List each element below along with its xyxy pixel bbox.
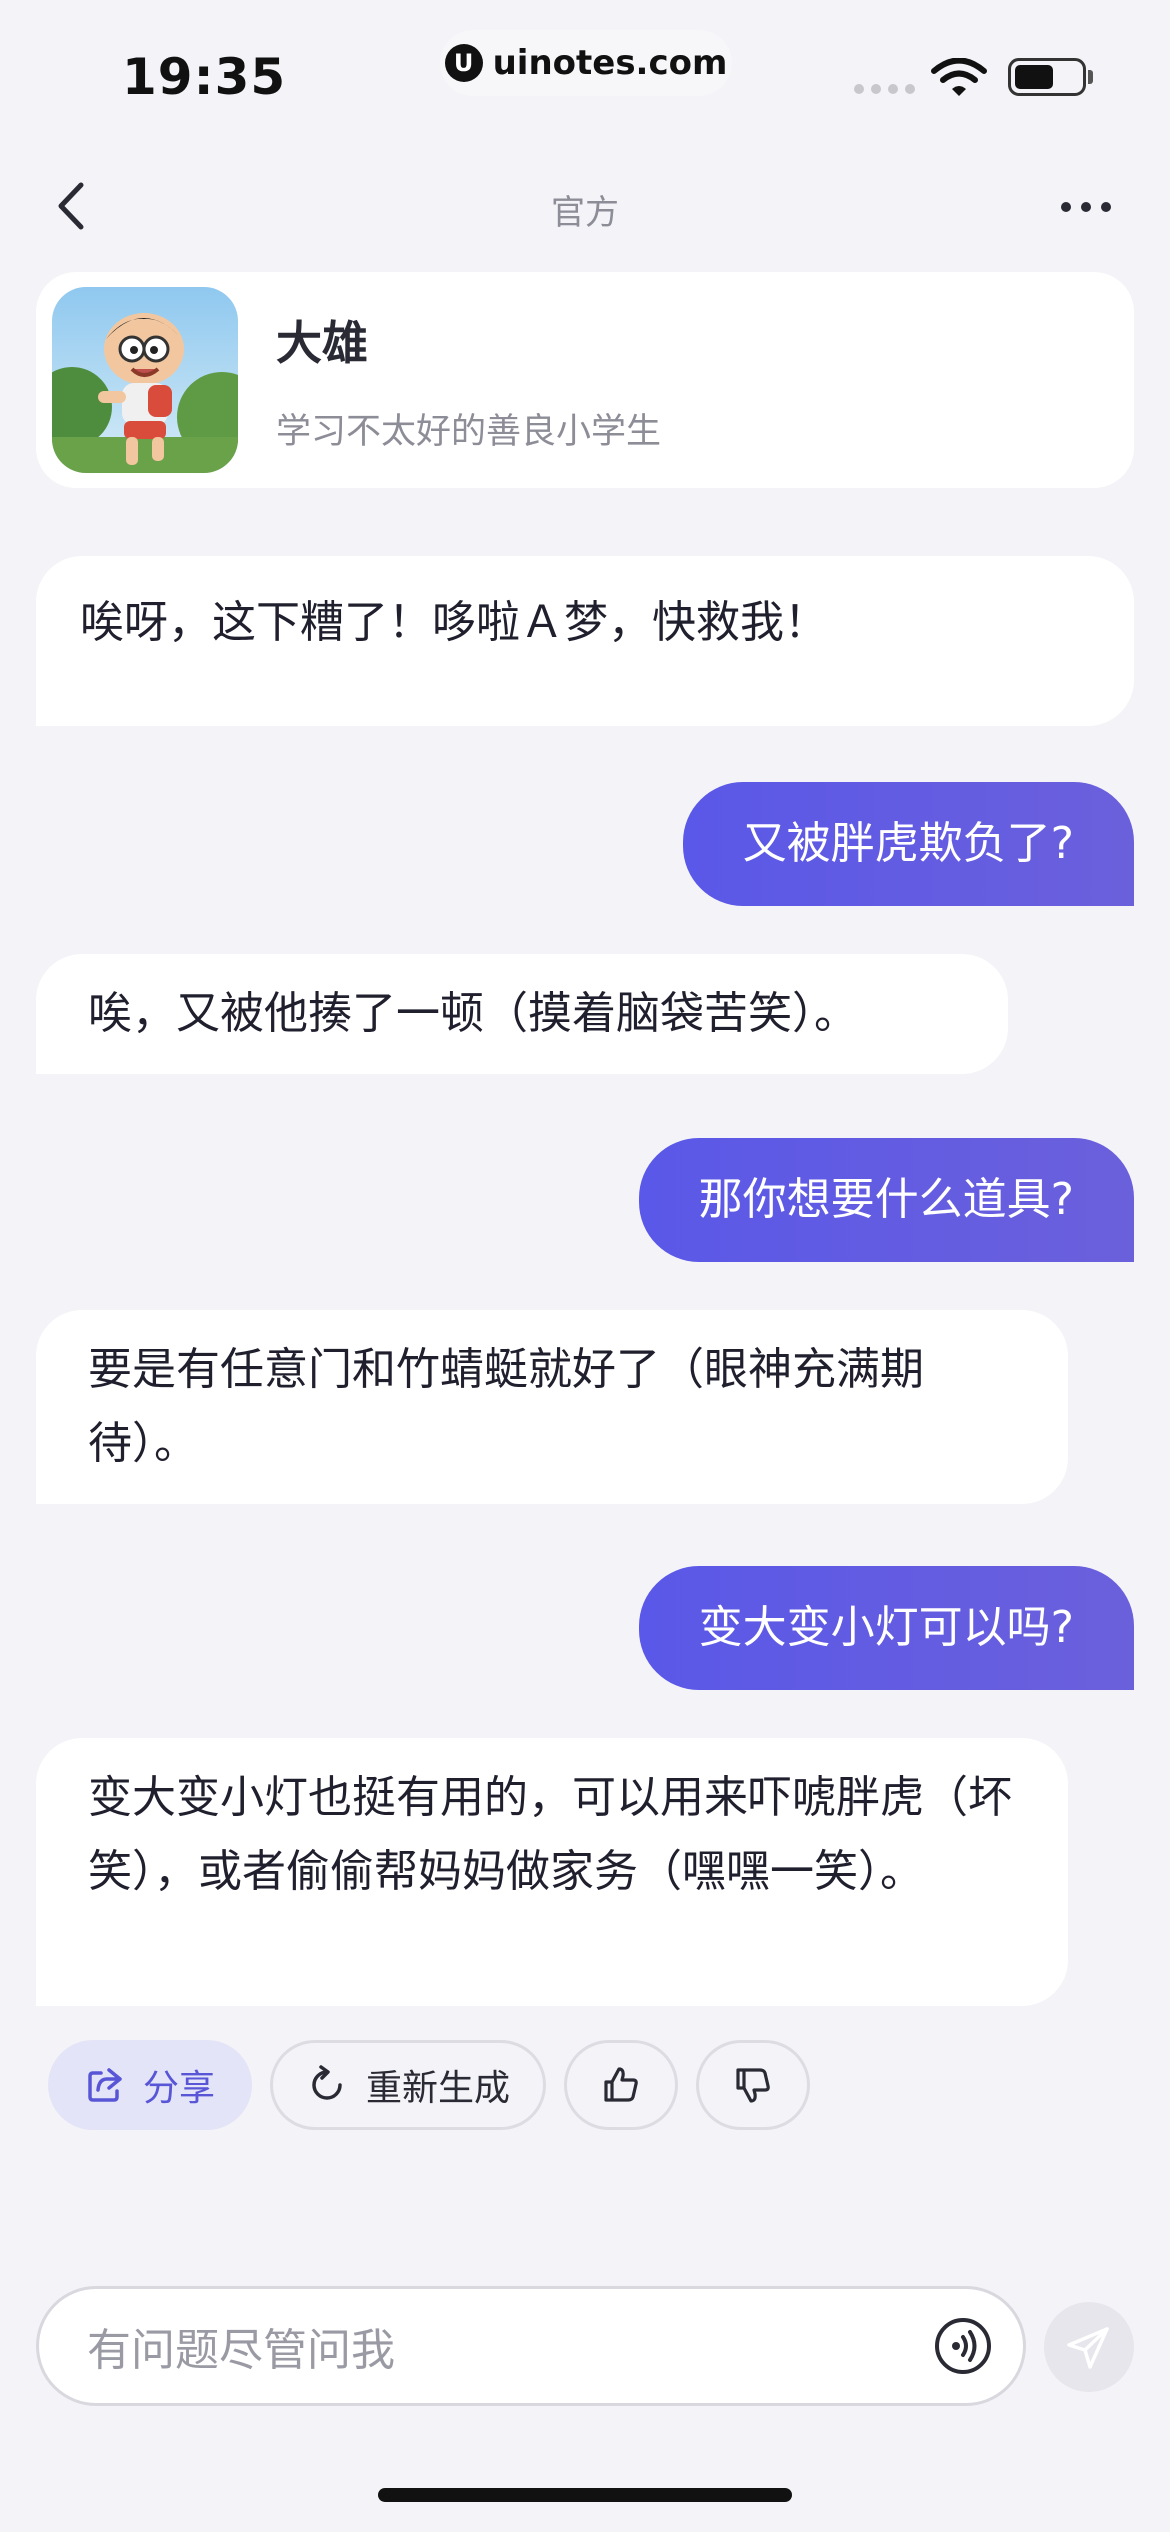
character-profile-card[interactable]: 大雄 学习不太好的善良小学生	[36, 272, 1134, 488]
bot-message: 要是有任意门和竹蜻蜓就好了（眼神充满期待）。	[36, 1310, 1068, 1504]
page-title: 官方	[551, 193, 619, 233]
battery-icon	[1008, 58, 1086, 96]
voice-input-icon[interactable]	[933, 2316, 993, 2376]
battery-cap	[1088, 70, 1093, 84]
message-input-placeholder: 有问题尽管问我	[87, 2325, 395, 2376]
thumbs-down-icon	[736, 2068, 770, 2103]
share-icon	[88, 2068, 122, 2102]
chat-screen: 19:35 U uinotes.com 官方 大雄 学习不太好的善良小学生 唉呀…	[0, 0, 1170, 2532]
site-logo-icon: U	[444, 44, 483, 82]
regenerate-button[interactable]: 重新生成	[270, 2040, 546, 2130]
bot-message: 唉呀，这下糟了！哆啦Ａ梦，快救我！	[36, 556, 1134, 726]
more-options-button[interactable]	[1056, 192, 1116, 222]
more-dot-icon	[1101, 202, 1111, 212]
user-message: 又被胖虎欺负了?	[682, 782, 1134, 906]
home-indicator[interactable]	[378, 2488, 792, 2502]
user-message: 变大变小灯可以吗?	[638, 1566, 1134, 1690]
bot-message-text: 唉呀，这下糟了！哆啦Ａ梦，快救我！	[80, 597, 828, 648]
like-button[interactable]	[564, 2040, 678, 2130]
share-label: 分享	[142, 2068, 215, 2109]
user-message-text: 又被胖虎欺负了?	[742, 818, 1074, 869]
send-icon	[1067, 2327, 1109, 2369]
bot-message: 变大变小灯也挺有用的，可以用来吓唬胖虎（坏笑），或者偷偷帮妈妈做家务（嘿嘿一笑）…	[36, 1738, 1068, 2006]
share-button[interactable]: 分享	[48, 2040, 252, 2130]
status-time: 19:35	[122, 48, 287, 106]
cellular-signal-icon	[854, 84, 915, 94]
character-avatar	[52, 287, 238, 473]
site-badge: U uinotes.com	[440, 30, 732, 96]
more-dot-icon	[1081, 202, 1091, 212]
wifi-icon	[931, 58, 987, 96]
character-name: 大雄	[276, 315, 368, 370]
bot-message-text: 要是有任意门和竹蜻蜓就好了（眼神充满期待）。	[88, 1344, 924, 1469]
bot-message-text: 唉，又被他揍了一顿（摸着脑袋苦笑）。	[88, 988, 858, 1039]
user-message-text: 变大变小灯可以吗?	[698, 1602, 1074, 1653]
bot-message: 唉，又被他揍了一顿（摸着脑袋苦笑）。	[36, 954, 1008, 1074]
site-text: uinotes.com	[492, 43, 728, 83]
send-button[interactable]	[1044, 2302, 1134, 2392]
thumbs-up-icon	[604, 2067, 638, 2102]
message-input[interactable]: 有问题尽管问我	[36, 2286, 1026, 2406]
refresh-icon	[312, 2065, 342, 2100]
user-message: 那你想要什么道具?	[638, 1138, 1134, 1262]
more-dot-icon	[1061, 202, 1071, 212]
regenerate-label: 重新生成	[365, 2068, 510, 2109]
dislike-button[interactable]	[696, 2040, 810, 2130]
user-message-text: 那你想要什么道具?	[698, 1174, 1074, 1225]
character-description: 学习不太好的善良小学生	[276, 411, 662, 452]
bot-message-text: 变大变小灯也挺有用的，可以用来吓唬胖虎（坏笑），或者偷偷帮妈妈做家务（嘿嘿一笑）…	[88, 1772, 1012, 1897]
